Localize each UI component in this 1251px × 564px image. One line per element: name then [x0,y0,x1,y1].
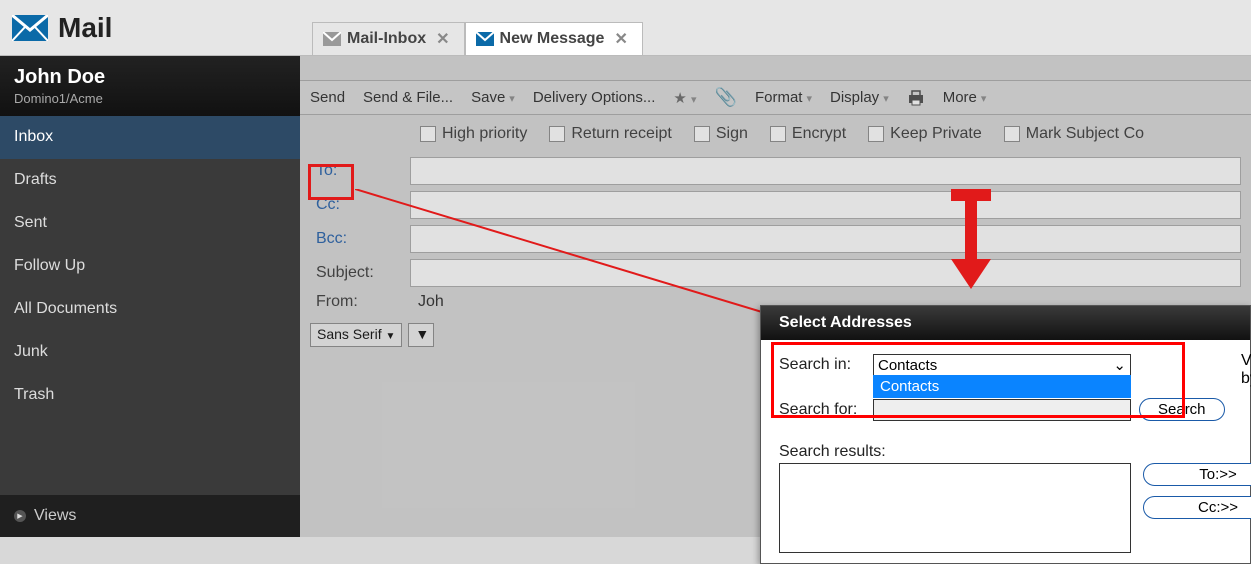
sidebar: John Doe Domino1/Acme Inbox Drafts Sent … [0,56,300,537]
font-family-select[interactable]: Sans Serif ▼ [310,323,402,347]
subject-label: Subject: [310,264,410,282]
from-label: From: [310,293,410,311]
font-size-select[interactable]: ▼ [408,323,434,347]
sidebar-item-followup[interactable]: Follow Up [0,245,300,288]
bcc-field[interactable] [410,225,1241,253]
encrypt-checkbox[interactable]: Encrypt [770,125,846,143]
more-button[interactable]: More [943,89,987,106]
close-icon[interactable]: ✕ [432,29,453,49]
compose-options: High priority Return receipt Sign Encryp… [300,115,1251,147]
app-title: Mail [58,12,112,44]
tab-label: New Message [500,30,605,48]
search-button[interactable]: Search [1139,398,1225,421]
from-value: Joh [410,293,444,311]
search-for-input[interactable] [873,399,1131,421]
bcc-label[interactable]: Bcc: [310,230,410,248]
sidebar-views[interactable]: Views [0,495,300,537]
tab-mail-inbox[interactable]: Mail-Inbox ✕ [312,22,465,56]
delivery-options-button[interactable]: Delivery Options... [533,89,656,106]
search-in-label: Search in: [779,356,873,374]
mark-subject-checkbox[interactable]: Mark Subject Co [1004,125,1144,143]
tab-bar: Mail-Inbox ✕ New Message ✕ [312,0,643,56]
keep-private-checkbox[interactable]: Keep Private [868,125,982,143]
add-to-button[interactable]: To:>> [1143,463,1251,486]
tab-new-message[interactable]: New Message ✕ [465,22,643,56]
mail-icon [12,15,48,41]
save-button[interactable]: Save [471,89,515,106]
attach-icon[interactable]: 📎 [715,87,737,108]
search-results-label: Search results: [779,443,1131,461]
search-for-label: Search for: [779,401,873,419]
sidebar-item-sent[interactable]: Sent [0,202,300,245]
search-results-list[interactable] [779,463,1131,553]
expand-icon [14,510,26,522]
add-cc-button[interactable]: Cc:>> [1143,496,1251,519]
select-addresses-dialog: Select Addresses Search in: Contacts⌄ Co… [760,305,1251,564]
cc-field[interactable] [410,191,1241,219]
search-in-option[interactable]: Contacts [873,375,1131,398]
compose-area: Send Send & File... Save Delivery Option… [300,56,1251,537]
high-priority-checkbox[interactable]: High priority [420,125,527,143]
sidebar-item-alldocs[interactable]: All Documents [0,288,300,331]
sidebar-item-drafts[interactable]: Drafts [0,159,300,202]
chevron-down-icon: ⌄ [1113,356,1126,374]
tab-label: Mail-Inbox [347,30,426,48]
display-button[interactable]: Display [830,89,889,106]
send-file-button[interactable]: Send & File... [363,89,453,106]
mail-icon [476,32,494,46]
close-icon[interactable]: ✕ [610,29,631,49]
view-by-label: View by: [1241,352,1251,388]
cc-label[interactable]: Cc: [310,196,410,214]
return-receipt-checkbox[interactable]: Return receipt [549,125,672,143]
format-button[interactable]: Format [755,89,812,106]
user-name: John Doe [14,66,286,89]
to-label[interactable]: To: [310,162,410,180]
sidebar-user: John Doe Domino1/Acme [0,56,300,116]
star-icon[interactable]: ★ ▾ [673,89,696,107]
send-button[interactable]: Send [310,89,345,106]
user-org: Domino1/Acme [14,91,286,106]
app-header: Mail Mail-Inbox ✕ New Message ✕ [0,0,1251,56]
subject-field[interactable] [410,259,1241,287]
dialog-title: Select Addresses [761,306,1250,340]
sidebar-item-trash[interactable]: Trash [0,374,300,417]
compose-toolbar: Send Send & File... Save Delivery Option… [300,80,1251,115]
print-icon[interactable] [907,90,925,106]
sign-checkbox[interactable]: Sign [694,125,748,143]
mail-icon [323,32,341,46]
views-label: Views [34,507,76,525]
to-field[interactable] [410,157,1241,185]
sidebar-item-junk[interactable]: Junk [0,331,300,374]
sidebar-item-inbox[interactable]: Inbox [0,116,300,159]
search-in-select[interactable]: Contacts⌄ Contacts [873,354,1131,376]
